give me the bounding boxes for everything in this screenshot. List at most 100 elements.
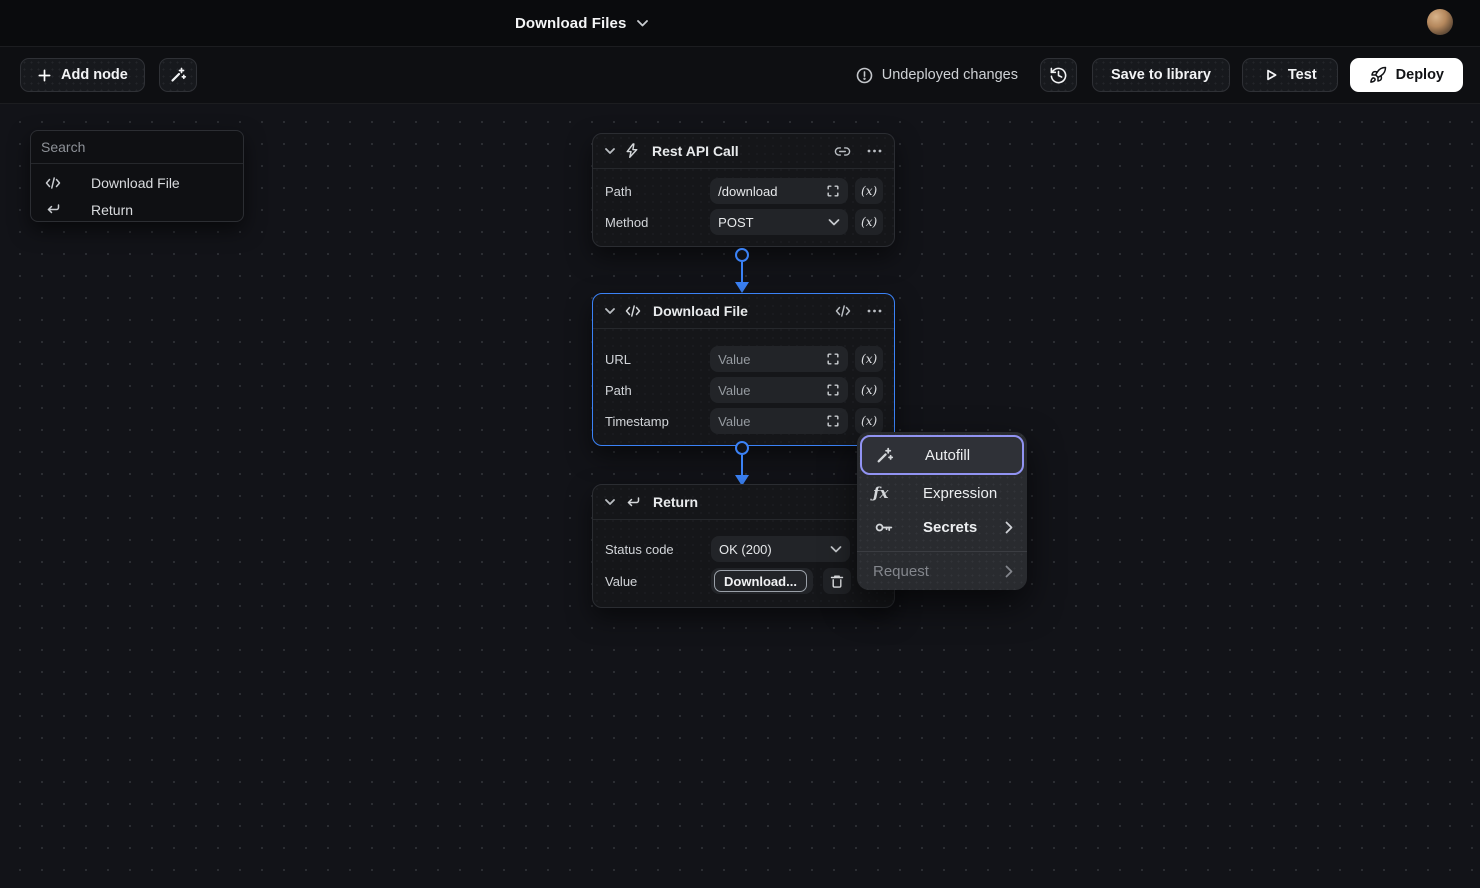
- top-bar: Download Files: [0, 0, 1480, 46]
- field-label: Timestamp: [605, 414, 710, 429]
- collapse-chevron-icon[interactable]: [605, 499, 615, 505]
- field-row-method: Method POST (x): [605, 209, 883, 235]
- code-icon: [45, 176, 61, 190]
- variable-button[interactable]: (x): [855, 178, 883, 204]
- search-input[interactable]: [31, 131, 243, 164]
- link-icon[interactable]: [834, 143, 851, 160]
- output-port[interactable]: [735, 248, 749, 262]
- palette-item-return[interactable]: Return: [31, 196, 243, 222]
- workflow-title: Download Files: [515, 15, 626, 32]
- node-rest-api-call[interactable]: Rest API Call Path /download (x): [592, 133, 895, 247]
- menu-item-expression[interactable]: ƒx Expression: [857, 477, 1027, 509]
- field-label: Path: [605, 383, 710, 398]
- method-select[interactable]: POST: [710, 209, 848, 235]
- chevron-right-icon: [1005, 521, 1013, 534]
- menu-item-label: Autofill: [925, 447, 970, 464]
- ai-autofill-button[interactable]: [159, 58, 197, 92]
- save-to-library-button[interactable]: Save to library: [1092, 58, 1230, 92]
- workflow-title-dropdown[interactable]: Download Files: [515, 0, 648, 46]
- test-button[interactable]: Test: [1242, 58, 1338, 92]
- chevron-down-icon: [830, 546, 842, 553]
- rocket-icon: [1369, 66, 1387, 84]
- more-icon[interactable]: [867, 149, 882, 153]
- field-label: Value: [605, 574, 711, 589]
- trash-icon[interactable]: [823, 568, 851, 594]
- variable-button[interactable]: (x): [855, 209, 883, 235]
- field-label: URL: [605, 352, 710, 367]
- node-title: Return: [653, 494, 698, 510]
- field-row-path: Path /download (x): [605, 178, 883, 204]
- chevron-down-icon: [828, 219, 840, 226]
- add-node-button[interactable]: Add node: [20, 58, 145, 92]
- undeployed-status-label: Undeployed changes: [882, 67, 1018, 83]
- variable-button[interactable]: (x): [855, 346, 883, 372]
- expand-icon[interactable]: [826, 352, 840, 366]
- fx-icon: ƒx: [873, 484, 897, 502]
- undeployed-status: Undeployed changes: [856, 67, 1018, 84]
- url-input[interactable]: Value: [710, 346, 848, 372]
- code-icon: [625, 304, 641, 318]
- field-row-path: Path Value (x): [605, 377, 883, 403]
- plus-icon: [37, 68, 52, 83]
- menu-item-autofill[interactable]: Autofill: [860, 435, 1024, 475]
- connector-line: [741, 262, 743, 284]
- field-label: Path: [605, 184, 710, 199]
- menu-item-request[interactable]: Request: [857, 552, 1027, 590]
- menu-item-label: Expression: [923, 485, 997, 502]
- history-icon: [1049, 66, 1068, 85]
- palette-item-label: Download File: [91, 175, 180, 191]
- version-history-button[interactable]: [1040, 58, 1077, 92]
- menu-item-label: Request: [873, 563, 929, 580]
- play-icon: [1263, 67, 1279, 83]
- collapse-chevron-icon[interactable]: [605, 308, 615, 314]
- code-icon[interactable]: [835, 304, 851, 318]
- palette-item-label: Return: [91, 202, 133, 218]
- path-input[interactable]: /download: [710, 178, 848, 204]
- deploy-button[interactable]: Deploy: [1350, 58, 1463, 92]
- status-code-select[interactable]: OK (200): [711, 536, 850, 562]
- field-row-status-code: Status code OK (200): [605, 536, 883, 562]
- field-row-url: URL Value (x): [605, 346, 883, 372]
- magic-wand-icon: [169, 66, 187, 84]
- output-port[interactable]: [735, 441, 749, 455]
- user-avatar[interactable]: [1427, 9, 1453, 35]
- chevron-down-icon: [637, 20, 648, 27]
- chevron-right-icon: [1005, 565, 1013, 578]
- menu-item-label: Secrets: [923, 519, 977, 536]
- return-icon: [625, 496, 641, 509]
- node-download-file[interactable]: Download File URL Value (x) P: [592, 293, 895, 446]
- node-title: Download File: [653, 303, 748, 319]
- menu-item-secrets[interactable]: Secrets: [857, 509, 1027, 545]
- variable-button[interactable]: (x): [855, 377, 883, 403]
- expand-icon[interactable]: [826, 414, 840, 428]
- palette-item-download-file[interactable]: Download File: [31, 169, 243, 196]
- timestamp-input[interactable]: Value: [710, 408, 848, 434]
- magic-wand-icon: [875, 446, 899, 465]
- node-palette: Download File Return: [30, 130, 244, 222]
- expand-icon[interactable]: [826, 383, 840, 397]
- node-return[interactable]: Return Status code OK (200) Value Downlo…: [592, 484, 895, 608]
- zap-icon: [625, 143, 640, 159]
- field-row-timestamp: Timestamp Value (x): [605, 408, 883, 434]
- field-row-value: Value Download...: [605, 568, 883, 594]
- path-input[interactable]: Value: [710, 377, 848, 403]
- alert-circle-icon: [856, 67, 873, 84]
- deploy-label: Deploy: [1396, 67, 1444, 83]
- add-node-label: Add node: [61, 67, 128, 83]
- field-label: Status code: [605, 542, 711, 557]
- collapse-chevron-icon[interactable]: [605, 148, 615, 154]
- node-title: Rest API Call: [652, 143, 739, 159]
- expand-icon[interactable]: [826, 184, 840, 198]
- return-icon: [45, 203, 61, 216]
- test-label: Test: [1288, 67, 1317, 83]
- more-icon[interactable]: [867, 309, 882, 313]
- connector-arrow-icon: [735, 282, 749, 293]
- connector-line: [741, 455, 743, 477]
- save-to-library-label: Save to library: [1111, 67, 1211, 83]
- field-label: Method: [605, 215, 710, 230]
- workflow-canvas[interactable]: Download File Return Rest API Call: [0, 104, 1480, 888]
- value-input[interactable]: Download...: [711, 568, 813, 594]
- variable-button[interactable]: (x): [855, 408, 883, 434]
- value-chip[interactable]: Download...: [714, 570, 807, 592]
- key-icon: [873, 517, 897, 538]
